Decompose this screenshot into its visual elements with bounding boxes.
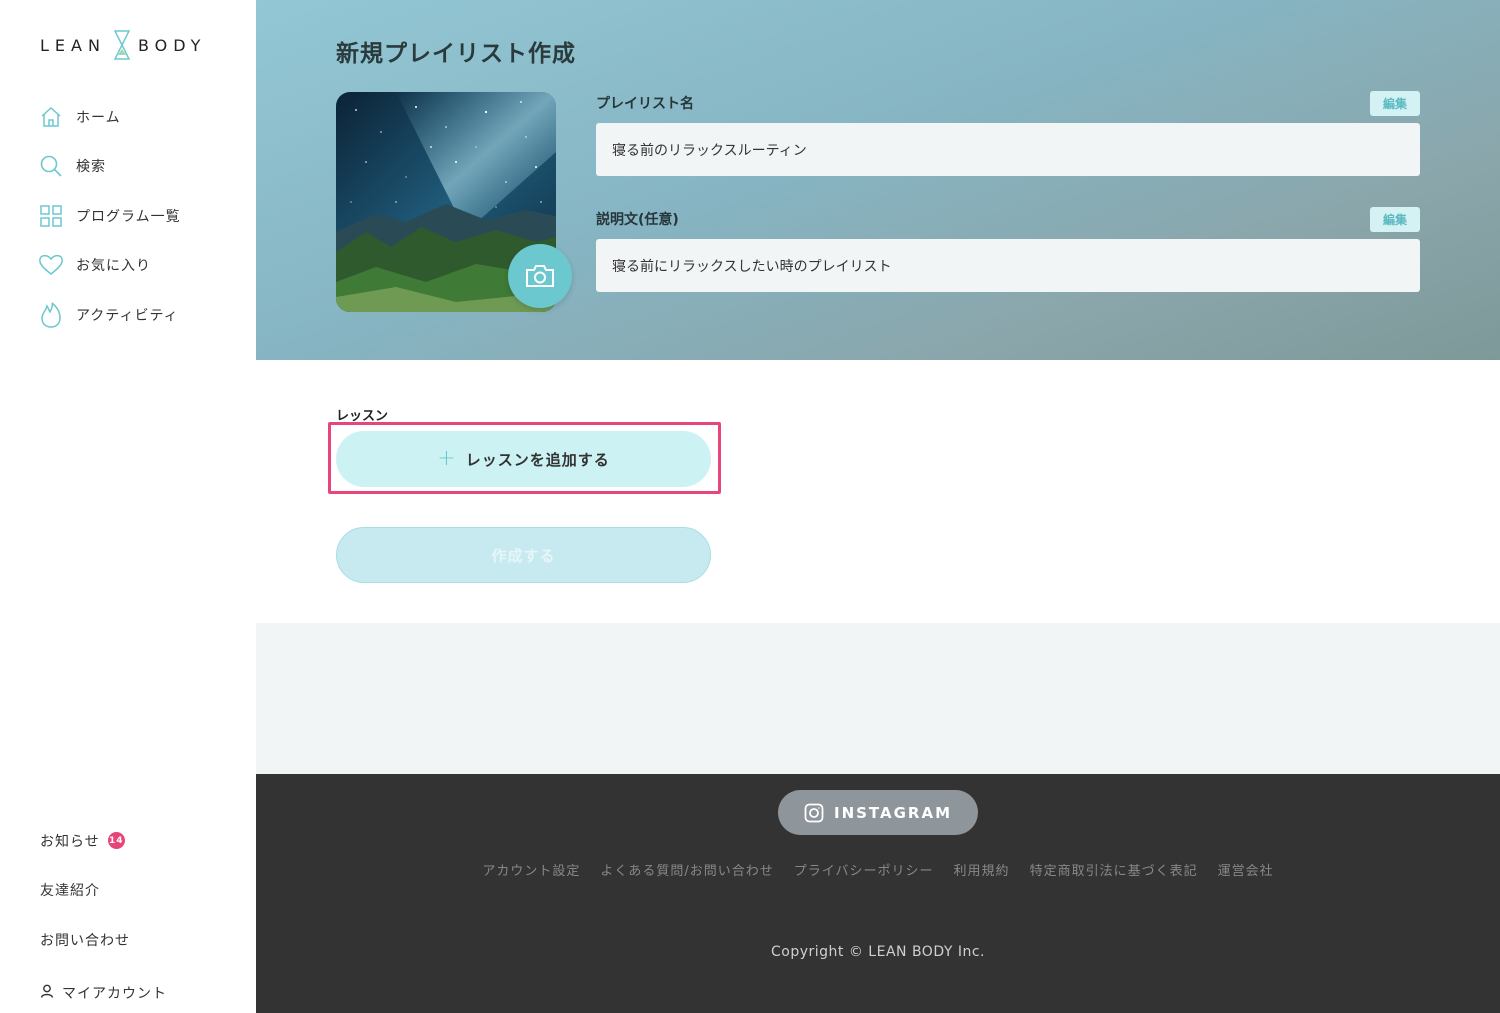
news-label: お知らせ (40, 833, 100, 850)
playlist-name-value: 寝る前のリラックスルーティン (612, 142, 807, 159)
footer-link-account-settings[interactable]: アカウント設定 (482, 860, 580, 879)
flame-icon (38, 302, 64, 328)
hourglass-logo-icon (113, 30, 130, 60)
nav-item-favorites[interactable]: お気に入り (38, 241, 181, 291)
footer: INSTAGRAM アカウント設定 よくある質問/お問い合わせ プライバシーポリ… (256, 774, 1500, 1013)
referral-link[interactable]: 友達紹介 (40, 866, 167, 916)
my-account-label: マイアカウント (62, 986, 167, 1003)
playlist-name-label: プレイリスト名 (596, 96, 694, 112)
news-count-badge: 14 (107, 832, 125, 850)
home-icon (38, 104, 64, 130)
nav-item-label: 検索 (76, 159, 106, 176)
instagram-icon (804, 803, 824, 822)
person-icon (40, 984, 54, 1002)
footer-link-faq[interactable]: よくある質問/お問い合わせ (600, 860, 773, 879)
news-link[interactable]: お知らせ 14 (40, 816, 167, 866)
logo[interactable]: LEAN BODY (40, 30, 206, 60)
nav-item-label: プログラム一覧 (76, 208, 181, 225)
nav-item-activity[interactable]: アクティビティ (38, 290, 181, 340)
footer-link-company[interactable]: 運営会社 (1218, 860, 1274, 879)
edit-name-button[interactable]: 編集 (1370, 91, 1420, 116)
sidebar: LEAN BODY ホーム 検索 プログラム一覧 お気に入り アクティビティ お… (0, 0, 256, 1013)
description-field[interactable]: 寝る前にリラックスしたい時のプレイリスト (596, 239, 1420, 292)
search-icon (38, 153, 64, 179)
create-playlist-button[interactable]: 作成する (336, 527, 711, 583)
referral-label: 友達紹介 (40, 883, 100, 900)
page-title: 新規プレイリスト作成 (336, 41, 576, 67)
nav-item-home[interactable]: ホーム (38, 92, 181, 142)
add-lesson-button[interactable]: + レッスンを追加する (336, 431, 711, 487)
playlist-name-field[interactable]: 寝る前のリラックスルーティン (596, 123, 1420, 176)
contact-label: お問い合わせ (40, 932, 130, 949)
add-lesson-label: レッスンを追加する (465, 450, 610, 469)
logo-text-right: BODY (137, 35, 207, 55)
nav-item-search[interactable]: 検索 (38, 142, 181, 192)
description-label: 説明文(任意) (596, 212, 679, 228)
lessons-section: レッスン + レッスンを追加する 作成する (256, 360, 1500, 623)
nav-item-label: お気に入り (76, 258, 151, 275)
change-cover-button[interactable] (508, 244, 572, 308)
playlist-header: 新規プレイリスト作成 プレイリスト名 編集 寝る前のリラックスルーティン 説明文… (256, 0, 1500, 360)
copyright: Copyright © LEAN BODY Inc. (771, 944, 985, 960)
contact-link[interactable]: お問い合わせ (40, 915, 167, 965)
plus-icon: + (437, 446, 456, 471)
nav-item-programs[interactable]: プログラム一覧 (38, 191, 181, 241)
logo-text-left: LEAN (40, 35, 106, 55)
instagram-label: INSTAGRAM (833, 803, 952, 822)
content-spacer (256, 623, 1500, 774)
footer-links: アカウント設定 よくある質問/お問い合わせ プライバシーポリシー 利用規約 特定… (256, 860, 1500, 879)
main-nav: ホーム 検索 プログラム一覧 お気に入り アクティビティ (38, 92, 181, 340)
grid-icon (38, 203, 64, 229)
footer-link-commercial-law[interactable]: 特定商取引法に基づく表記 (1030, 860, 1198, 879)
nav-item-label: ホーム (76, 109, 121, 126)
heart-icon (38, 252, 64, 278)
description-value: 寝る前にリラックスしたい時のプレイリスト (612, 258, 892, 275)
nav-item-label: アクティビティ (76, 307, 179, 324)
edit-description-button[interactable]: 編集 (1370, 207, 1420, 232)
footer-link-terms[interactable]: 利用規約 (954, 860, 1010, 879)
my-account-link[interactable]: マイアカウント (40, 969, 167, 1013)
instagram-button[interactable]: INSTAGRAM (778, 790, 978, 835)
camera-icon (526, 265, 554, 287)
footer-link-privacy[interactable]: プライバシーポリシー (794, 860, 934, 879)
secondary-nav: お知らせ 14 友達紹介 お問い合わせ マイアカウント (40, 816, 167, 1013)
